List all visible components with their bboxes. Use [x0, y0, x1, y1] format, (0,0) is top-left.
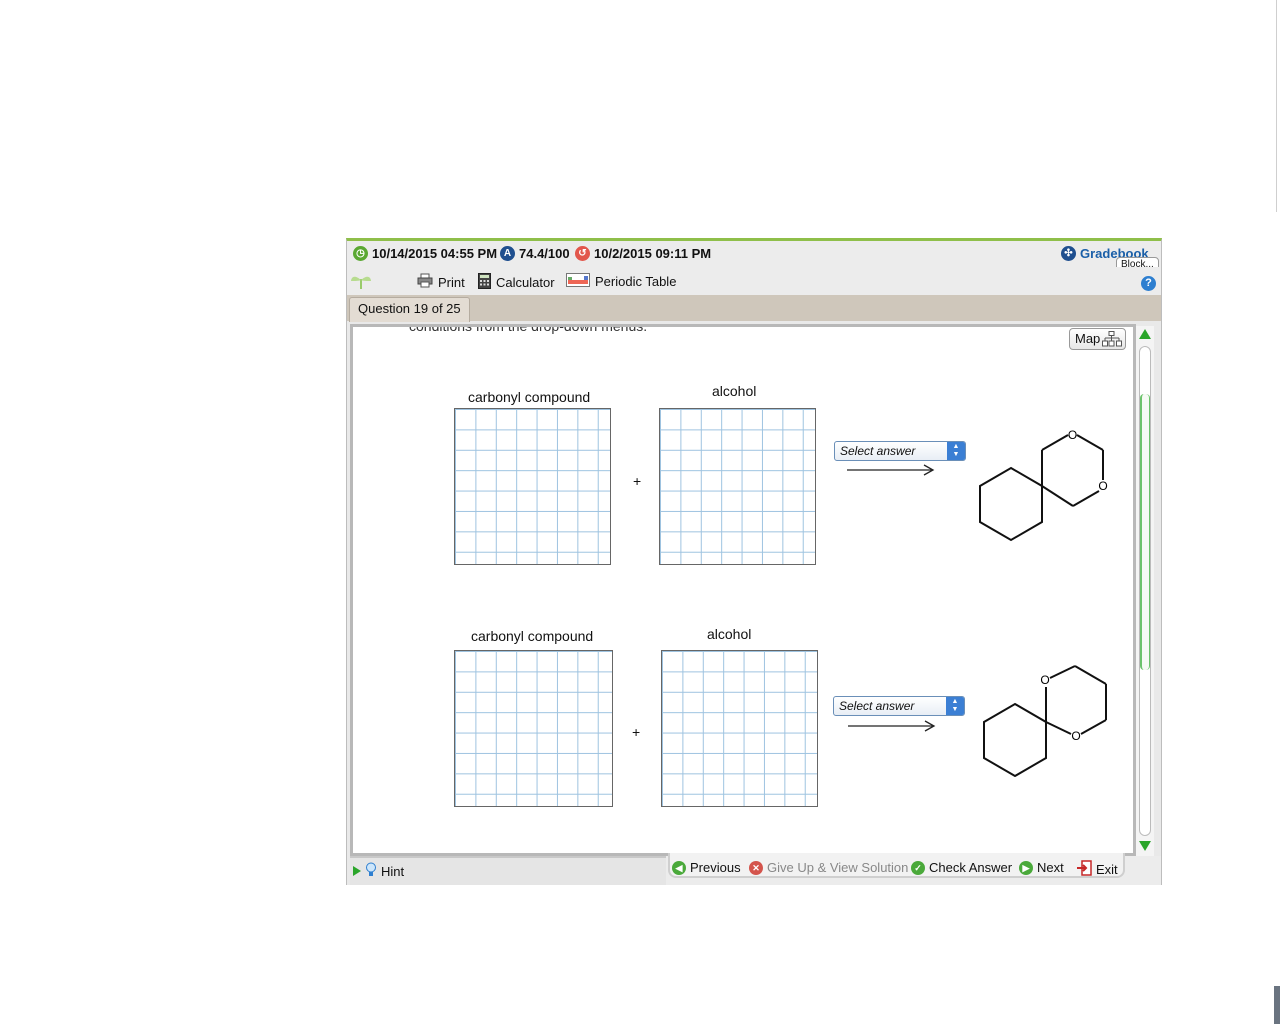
give-up-label: Give Up & View Solution: [767, 860, 909, 875]
row1-alcohol-label: alcohol: [712, 383, 757, 399]
row2-plus-sign: +: [632, 724, 641, 740]
row1-product-structure: O O: [979, 428, 1108, 542]
question-tab-bar: Question 19 of 25: [347, 295, 1161, 322]
check-answer-button[interactable]: ✓ Check Answer: [911, 860, 1012, 875]
printer-icon: [417, 273, 433, 291]
calculator-button[interactable]: Calculator: [478, 273, 555, 292]
history-icon: ↺: [575, 246, 590, 261]
map-button[interactable]: Map: [1069, 328, 1126, 350]
row1-select-value: Select answer: [840, 444, 916, 458]
print-label: Print: [438, 274, 465, 290]
row2-select-arrows-icon: ▲ ▼: [946, 697, 964, 715]
question-content: conditions from the drop-down menus. Map…: [350, 324, 1136, 856]
bottom-bar: Hint ◀ Previous ✕ Give Up & View Solutio…: [350, 853, 1161, 885]
last-date: 10/2/2015 09:11 PM: [594, 246, 712, 261]
right-edge-line: [1276, 0, 1277, 212]
score-icon: A: [500, 246, 515, 261]
calculator-label: Calculator: [496, 275, 555, 290]
map-label: Map: [1075, 331, 1101, 346]
previous-icon: ◀: [672, 860, 686, 875]
scroll-up-icon[interactable]: [1139, 329, 1151, 339]
periodic-table-icon: [566, 273, 590, 290]
row2-oxygen-bottom: O: [1071, 729, 1080, 743]
due-date-item: ◷ 10/14/2015 04:55 PM: [353, 246, 497, 261]
row2-carbonyl-label: carbonyl compound: [471, 628, 594, 644]
row1-select-arrows-icon: ▲ ▼: [947, 442, 965, 460]
toolbar: Print Calculator Periodic Table ?: [347, 267, 1161, 295]
row2-carbonyl-drawing-grid[interactable]: [454, 650, 613, 807]
previous-button[interactable]: ◀ Previous: [672, 860, 741, 875]
row2-select-value: Select answer: [839, 699, 915, 713]
hint-label: Hint: [381, 863, 405, 879]
give-up-icon: ✕: [749, 860, 763, 875]
print-button[interactable]: Print: [417, 273, 465, 291]
periodic-table-button[interactable]: Periodic Table: [566, 273, 676, 290]
app-window: ◷ 10/14/2015 04:55 PM A 74.4/100 ↺ 10/2/…: [346, 238, 1162, 885]
check-icon: ✓: [911, 860, 925, 875]
give-up-button[interactable]: ✕ Give Up & View Solution: [749, 860, 908, 875]
next-button[interactable]: ▶ Next: [1019, 860, 1064, 875]
expand-arrow-icon: [353, 866, 361, 876]
row1-carbonyl-label: carbonyl compound: [468, 389, 591, 405]
exit-button[interactable]: Exit: [1076, 860, 1118, 879]
row1-alcohol-drawing-grid[interactable]: [659, 408, 816, 565]
content-scrollbar[interactable]: [1136, 326, 1154, 856]
due-date: 10/14/2015 04:55 PM: [372, 246, 498, 261]
exit-icon: [1076, 860, 1092, 879]
corner-mark: [1274, 986, 1280, 1024]
previous-label: Previous: [690, 860, 741, 875]
clipped-instruction-text: conditions from the drop-down menus.: [409, 324, 648, 334]
calculator-icon: [478, 273, 491, 292]
row2-product-structure: O O: [983, 665, 1107, 777]
tab-question-label: Question 19 of 25: [358, 301, 461, 316]
row2-oxygen-top: O: [1040, 673, 1049, 687]
row2-conditions-select[interactable]: Select answer ▲ ▼: [833, 696, 965, 716]
status-bar: ◷ 10/14/2015 04:55 PM A 74.4/100 ↺ 10/2/…: [347, 241, 1161, 273]
row1-reaction-arrow: [847, 464, 935, 476]
hint-button[interactable]: Hint: [353, 862, 404, 880]
periodic-table-label: Periodic Table: [595, 274, 677, 289]
row1-oxygen-top: O: [1068, 428, 1077, 442]
tab-question[interactable]: Question 19 of 25: [349, 297, 470, 322]
next-label: Next: [1037, 860, 1064, 875]
row1-conditions-select[interactable]: Select answer ▲ ▼: [834, 441, 966, 461]
exit-label: Exit: [1096, 862, 1118, 877]
next-icon: ▶: [1019, 860, 1033, 875]
clock-icon: ◷: [353, 246, 368, 261]
last-date-item: ↺ 10/2/2015 09:11 PM: [575, 246, 711, 261]
map-tree-icon: [1102, 331, 1122, 353]
help-icon[interactable]: ?: [1141, 276, 1156, 291]
row1-carbonyl-drawing-grid[interactable]: [454, 408, 611, 565]
check-answer-label: Check Answer: [929, 860, 1013, 875]
row2-reaction-arrow: [848, 720, 936, 732]
scroll-thumb[interactable]: [1140, 394, 1150, 670]
scroll-down-icon[interactable]: [1139, 841, 1151, 851]
score-item: A 74.4/100: [500, 246, 570, 261]
score-value: 74.4/100: [519, 246, 570, 261]
lightbulb-icon: [365, 862, 377, 880]
leaf-icon: [349, 269, 373, 291]
row1-oxygen-right: O: [1098, 479, 1107, 493]
row1-plus-sign: +: [633, 473, 642, 489]
row2-alcohol-label: alcohol: [707, 626, 752, 642]
row2-alcohol-drawing-grid[interactable]: [661, 650, 818, 807]
gradebook-icon: ✣: [1061, 246, 1076, 261]
